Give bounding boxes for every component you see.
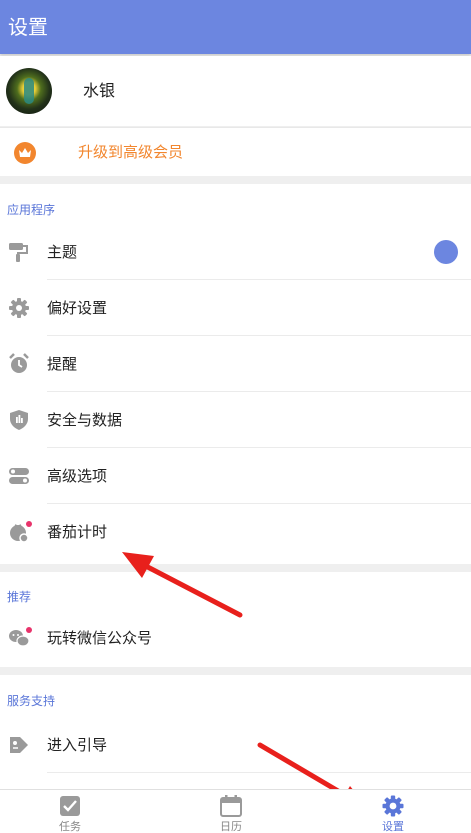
paint-roller-icon [9, 243, 28, 262]
settings-item-label: 进入引导 [47, 736, 108, 754]
theme-color-swatch[interactable] [434, 240, 458, 264]
notification-dot [26, 521, 32, 527]
settings-item-label: 提醒 [47, 355, 78, 373]
page-title: 设置 [8, 15, 48, 39]
gear-icon [382, 795, 404, 817]
notification-dot [26, 627, 32, 633]
settings-item-guide[interactable]: 进入引导 [0, 717, 471, 773]
app-header: 设置 [0, 0, 471, 54]
settings-item-pomodoro[interactable]: 番茄计时 [0, 504, 471, 560]
tab-calendar[interactable]: 日历 [191, 790, 271, 833]
avatar[interactable] [6, 68, 52, 114]
crown-icon [14, 142, 36, 164]
tab-tasks[interactable]: 任务 [30, 790, 110, 833]
tab-label: 任务 [59, 820, 81, 833]
calendar-icon [220, 795, 242, 817]
tab-settings[interactable]: 设置 [353, 790, 433, 833]
section-title-support: 服务支持 [7, 694, 56, 708]
alarm-clock-icon [9, 353, 29, 373]
section-title-recommend: 推荐 [7, 590, 32, 604]
settings-item-label: 安全与数据 [47, 411, 123, 429]
bottom-tab-bar: 任务 日历 设置 [0, 789, 471, 833]
settings-item-label: 偏好设置 [47, 299, 108, 317]
settings-item-security[interactable]: 安全与数据 [0, 392, 471, 448]
recommend-section: 推荐 玩转微信公众号 [0, 572, 471, 667]
settings-item-label: 高级选项 [47, 467, 108, 485]
shield-icon [10, 410, 28, 430]
settings-item-label: 玩转微信公众号 [47, 629, 153, 647]
username: 水银 [83, 81, 116, 100]
gear-icon [9, 298, 29, 318]
settings-item-wechat[interactable]: 玩转微信公众号 [0, 610, 471, 666]
upgrade-row[interactable]: 升级到高级会员 [0, 127, 471, 176]
settings-item-label: 番茄计时 [47, 523, 108, 541]
settings-item-label: 主题 [47, 243, 78, 261]
upgrade-label: 升级到高级会员 [78, 143, 184, 161]
toggle-options-icon [9, 468, 29, 484]
settings-item-reminder[interactable]: 提醒 [0, 336, 471, 392]
settings-item-preferences[interactable]: 偏好设置 [0, 280, 471, 336]
guide-tag-icon [10, 737, 28, 753]
checkbox-icon [60, 796, 80, 816]
tab-label: 设置 [382, 820, 404, 833]
support-section: 服务支持 进入引导 [0, 675, 471, 789]
profile-row[interactable]: 水银 [0, 56, 471, 126]
tab-label: 日历 [220, 820, 242, 833]
settings-item-advanced[interactable]: 高级选项 [0, 448, 471, 504]
app-section: 应用程序 主题 偏好设置 提醒 安全与数据 高级选项 番茄计时 [0, 184, 471, 564]
section-title-app: 应用程序 [7, 203, 56, 217]
settings-item-theme[interactable]: 主题 [0, 224, 471, 280]
